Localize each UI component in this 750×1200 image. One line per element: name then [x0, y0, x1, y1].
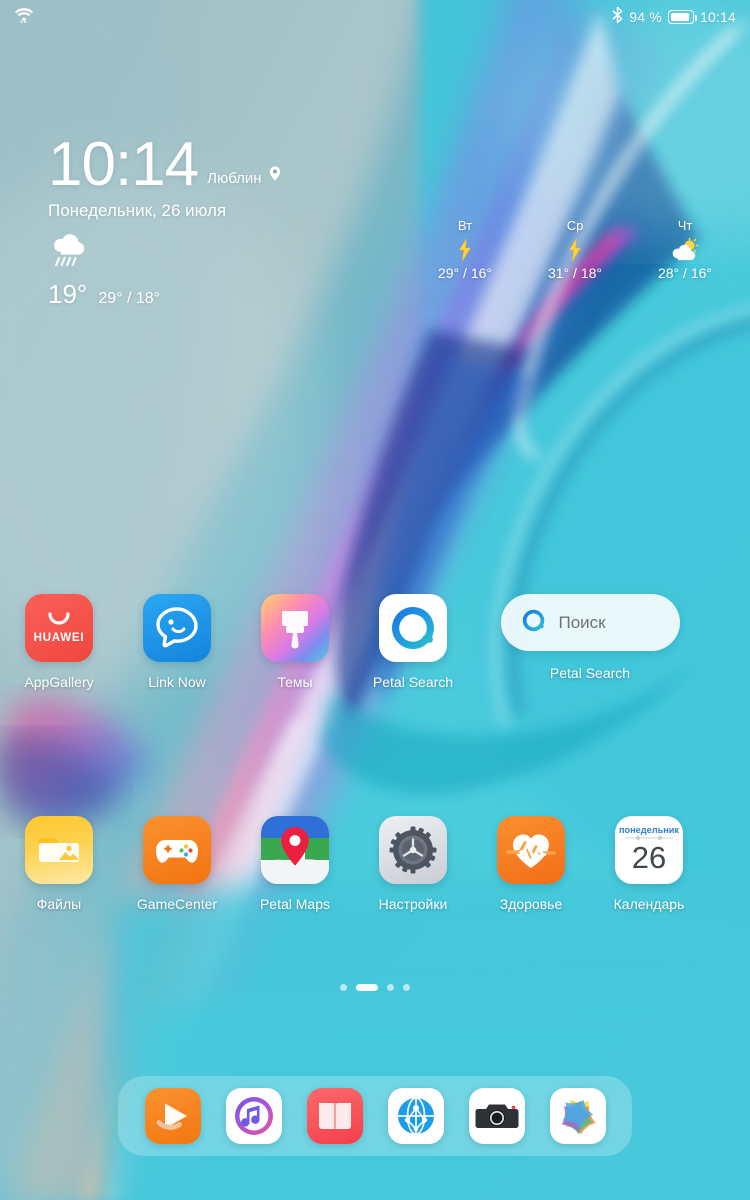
app-icon-settings[interactable]: Настройки	[354, 816, 472, 912]
search-placeholder: Поиск	[558, 612, 606, 632]
status-bar-time: 10:14	[699, 9, 736, 25]
themes-icon	[261, 594, 329, 662]
location-pin-icon	[269, 166, 281, 186]
forecast-temp: 28° / 16°	[657, 265, 712, 281]
weather-forecast[interactable]: Вт 29° / 16° Ср 31° / 18° Чт 28° / 16°	[410, 218, 740, 281]
app-icon-gamecenter[interactable]: GameCenter	[118, 816, 236, 912]
gallery-icon[interactable]	[549, 1088, 606, 1144]
battery-percent: 94 %	[629, 9, 662, 25]
app-icon-petal-maps[interactable]: Petal Maps	[236, 816, 354, 912]
rain-cloud-icon	[48, 234, 92, 275]
today-weather: 19° 29° / 18°	[48, 233, 281, 310]
status-bar-left	[14, 6, 34, 28]
partly-cloudy-icon	[630, 237, 740, 263]
clock-weather-widget[interactable]: 10:14 Люблин Понедельник, 26 июля 19° 29…	[48, 130, 281, 310]
temperature-range: 29° / 18°	[98, 290, 161, 307]
camera-icon[interactable]	[468, 1088, 525, 1144]
music-icon[interactable]	[225, 1088, 282, 1144]
today-temperatures: 19° 29° / 18°	[48, 279, 281, 310]
petal-search-widget[interactable]: Поиск Petal Search	[472, 594, 708, 690]
app-label: Календарь	[613, 896, 685, 912]
app-label: Petal Maps	[259, 896, 331, 912]
app-icon-petal-search[interactable]: Petal Search	[354, 594, 472, 690]
forecast-temp: 29° / 16°	[437, 265, 492, 281]
app-label: AppGallery	[24, 674, 94, 690]
calendar-icon: понедельник 26	[615, 816, 683, 884]
forecast-day-label: Ср	[566, 218, 584, 233]
page-dot-2[interactable]	[387, 984, 394, 991]
battery-icon	[667, 10, 698, 24]
app-icon-files[interactable]: Файлы	[0, 816, 118, 912]
app-label: Petal Search	[372, 674, 454, 690]
page-indicator[interactable]	[0, 984, 750, 991]
thunderstorm-icon	[410, 237, 520, 263]
app-label: Link Now	[148, 674, 206, 690]
clock-date: Понедельник, 26 июля	[48, 201, 227, 220]
forecast-day-0: Вт 29° / 16°	[410, 218, 520, 281]
thunderstorm-icon	[520, 237, 630, 263]
app-row-1: HUAWEI AppGallery Link Now Темы Petal Se…	[0, 594, 750, 690]
calendar-weekday-text: понедельник	[619, 825, 679, 835]
files-icon	[25, 816, 93, 884]
app-label: GameCenter	[136, 896, 218, 912]
page-dot-1-active[interactable]	[356, 984, 378, 991]
clock-time: 10:14	[48, 130, 199, 199]
status-bar-right: 94 % 10:14	[612, 6, 736, 28]
calendar-day-text: 26	[632, 840, 666, 875]
forecast-temp: 31° / 18°	[547, 265, 602, 281]
link-now-icon	[143, 594, 211, 662]
app-icon-calendar[interactable]: понедельник 26 Календарь	[590, 816, 708, 912]
video-icon[interactable]	[144, 1088, 201, 1144]
health-heart-icon	[497, 816, 565, 884]
forecast-day-label: Чт	[677, 218, 693, 233]
app-label: Настройки	[378, 896, 448, 912]
petal-search-icon	[379, 594, 447, 662]
gamecenter-icon	[143, 816, 211, 884]
app-label: Темы	[277, 674, 313, 690]
forecast-day-label: Вт	[457, 218, 473, 233]
petal-maps-icon	[261, 816, 329, 884]
forecast-day-2: Чт 28° / 16°	[630, 218, 740, 281]
app-label: Здоровье	[499, 896, 563, 912]
dock	[118, 1076, 632, 1156]
widget-label: Petal Search	[549, 665, 631, 681]
search-input[interactable]: Поиск	[500, 594, 680, 651]
forecast-day-1: Ср 31° / 18°	[520, 218, 630, 281]
settings-gear-icon	[379, 816, 447, 884]
app-icon-link-now[interactable]: Link Now	[118, 594, 236, 690]
page-dot-3[interactable]	[403, 984, 410, 991]
app-icon-appgallery[interactable]: HUAWEI AppGallery	[0, 594, 118, 690]
current-temperature: 19°	[48, 279, 88, 309]
page-dot-0[interactable]	[340, 984, 347, 991]
app-icon-themes[interactable]: Темы	[236, 594, 354, 690]
clock-city: Люблин	[207, 170, 262, 187]
bluetooth-icon	[612, 6, 623, 28]
svg-text:HUAWEI: HUAWEI	[34, 632, 85, 644]
clock-row: 10:14 Люблин	[48, 130, 281, 199]
app-icon-health[interactable]: Здоровье	[472, 816, 590, 912]
books-icon[interactable]	[306, 1088, 363, 1144]
app-row-2: Файлы GameCenter Petal Maps Настройки Зд…	[0, 816, 750, 912]
wifi-icon	[14, 6, 34, 28]
petal-search-icon	[520, 607, 547, 639]
browser-icon[interactable]	[387, 1088, 444, 1144]
app-label: Файлы	[36, 896, 82, 912]
appgallery-icon: HUAWEI	[25, 594, 93, 662]
app-grid: HUAWEI AppGallery Link Now Темы Petal Se…	[0, 594, 750, 912]
status-bar: 94 % 10:14	[0, 0, 750, 34]
